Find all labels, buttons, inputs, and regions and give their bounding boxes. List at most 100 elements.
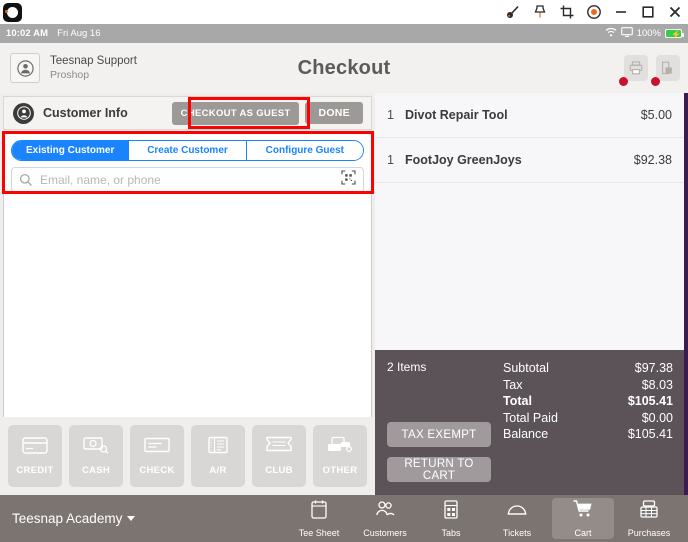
payment-other-button[interactable]: OTHER [313, 425, 367, 487]
printer-alert-badge [619, 77, 628, 86]
payment-check-button[interactable]: CHECK [130, 425, 184, 487]
cart-item-qty: 1 [387, 153, 394, 167]
totals-label-total: Total [503, 394, 532, 408]
nav-item-customers[interactable]: Customers [354, 498, 416, 539]
brush-icon[interactable] [506, 5, 520, 19]
customers-icon [374, 499, 396, 525]
customer-search-field[interactable]: Email, name, or phone [11, 167, 364, 193]
window-tools [506, 0, 682, 24]
record-icon[interactable] [587, 5, 601, 19]
totals-table: Subtotal $97.38 Tax $8.03 Total $105.41 … [503, 360, 673, 443]
payment-ar-label: A/R [209, 465, 227, 476]
tab-configure-guest[interactable]: Configure Guest [246, 141, 363, 160]
cash-icon [83, 436, 109, 459]
done-button[interactable]: DONE [305, 102, 363, 124]
nav-item-cart[interactable]: Cart [552, 498, 614, 539]
nav-label-tabs: Tabs [441, 528, 461, 538]
customer-panel: Customer Info CHECKOUT AS GUEST DONE Exi… [0, 93, 375, 508]
payment-club-label: CLUB [265, 465, 293, 476]
cart-item-price: $5.00 [640, 108, 672, 122]
person-circle-icon [13, 102, 34, 124]
cart-item-row[interactable]: 1 Divot Repair Tool $5.00 [375, 93, 684, 138]
tab-create-customer[interactable]: Create Customer [129, 141, 247, 160]
app-root: 10:02 AM Fri Aug 16 100% ⚡ Teesnap Suppo… [0, 0, 688, 542]
totals-row-total: Total $105.41 [503, 393, 673, 410]
customer-info-title: Customer Info [43, 106, 128, 120]
nav-item-tickets[interactable]: Tickets [486, 498, 548, 539]
nav-item-tabs[interactable]: Tabs [420, 498, 482, 539]
purchases-icon [638, 499, 660, 525]
tab-existing-customer[interactable]: Existing Customer [12, 141, 130, 160]
totals-value-tax: $8.03 [641, 377, 673, 392]
payment-credit-button[interactable]: CREDIT [8, 425, 62, 487]
qr-scan-icon[interactable] [341, 170, 356, 190]
tabs-icon [441, 499, 461, 525]
status-indicators: 100% ⚡ [605, 27, 684, 40]
page-title: Checkout [297, 56, 391, 79]
totals-value-total-paid: $0.00 [641, 410, 673, 425]
status-date: Fri Aug 16 [57, 28, 101, 39]
nav-label-tee-sheet: Tee Sheet [298, 528, 340, 538]
tickets-icon [506, 499, 528, 525]
payment-credit-label: CREDIT [16, 465, 54, 476]
customer-info-header: Customer Info CHECKOUT AS GUEST DONE [3, 96, 372, 130]
chevron-down-icon [127, 516, 136, 521]
crop-icon[interactable] [560, 5, 574, 19]
pos-header: Teesnap Support Proshop Checkout [0, 43, 688, 93]
cart-item-list: 1 Divot Repair Tool $5.00 1 FootJoy Gree… [375, 93, 684, 183]
window-titlebar [0, 0, 688, 24]
cash-drawer-button[interactable] [651, 55, 680, 86]
totals-value-balance: $105.41 [627, 427, 673, 441]
customer-search-placeholder: Email, name, or phone [40, 173, 161, 187]
cart-panel: 1 Divot Repair Tool $5.00 1 FootJoy Gree… [375, 93, 688, 495]
maximize-icon[interactable] [641, 5, 655, 19]
nav-item-purchases[interactable]: Purchases [618, 498, 680, 539]
status-time: 10:02 AM [6, 28, 49, 39]
payment-club-button[interactable]: CLUB [252, 425, 306, 487]
customer-mode-tabs: Existing Customer Create Customer Config… [11, 140, 364, 161]
payment-cash-label: CASH [81, 465, 111, 476]
account-label: Teesnap Academy [12, 511, 123, 526]
nav-label-customers: Customers [363, 528, 407, 538]
totals-value-total: $105.41 [627, 394, 673, 408]
cart-items-count: 2 Items [387, 360, 427, 374]
cart-item-name: Divot Repair Tool [405, 108, 508, 122]
payment-check-label: CHECK [139, 465, 175, 476]
payment-other-label: OTHER [322, 465, 358, 476]
cash-drawer-alert-badge [651, 77, 660, 86]
return-to-cart-button[interactable]: RETURN TO CART [387, 457, 491, 482]
cart-item-name: FootJoy GreenJoys [405, 153, 522, 167]
camera-app-icon [3, 3, 22, 22]
totals-label-tax: Tax [503, 377, 523, 392]
totals-row-balance: Balance $105.41 [503, 426, 673, 443]
tee-sheet-icon [309, 499, 329, 525]
cart-item-row[interactable]: 1 FootJoy GreenJoys $92.38 [375, 138, 684, 183]
tax-exempt-button[interactable]: TAX EXEMPT [387, 422, 491, 447]
nav-items: Tee Sheet Customers Tabs Tickets Cart Pu… [286, 495, 682, 542]
receipt-icon [205, 436, 231, 459]
check-icon [144, 436, 170, 459]
payment-ar-button[interactable]: A/R [191, 425, 245, 487]
checkout-as-guest-button[interactable]: CHECKOUT AS GUEST [171, 101, 300, 125]
totals-label-subtotal: Subtotal [503, 361, 549, 375]
cart-item-qty: 1 [387, 108, 394, 122]
other-icon [327, 436, 353, 459]
cart-icon [572, 499, 594, 525]
battery-icon: ⚡ [665, 29, 684, 39]
payment-cash-button[interactable]: CASH [69, 425, 123, 487]
totals-label-total-paid: Total Paid [503, 410, 558, 425]
printer-button[interactable] [619, 55, 648, 86]
pin-icon[interactable] [533, 4, 547, 20]
payment-methods-bar: CREDIT CASH CHECK A/R CLUB OTHER [0, 417, 375, 495]
search-icon [12, 173, 33, 187]
cart-totals-panel: 2 Items Subtotal $97.38 Tax $8.03 Total … [375, 350, 684, 495]
nav-item-tee-sheet[interactable]: Tee Sheet [288, 498, 350, 539]
account-selector[interactable]: Teesnap Academy [12, 511, 136, 526]
totals-label-balance: Balance [503, 427, 549, 441]
nav-label-cart: Cart [574, 528, 592, 538]
close-icon[interactable] [668, 5, 682, 19]
cart-item-price: $92.38 [633, 153, 672, 167]
minimize-icon[interactable] [614, 5, 628, 19]
totals-row-total-paid: Total Paid $0.00 [503, 410, 673, 427]
totals-row-subtotal: Subtotal $97.38 [503, 360, 673, 377]
